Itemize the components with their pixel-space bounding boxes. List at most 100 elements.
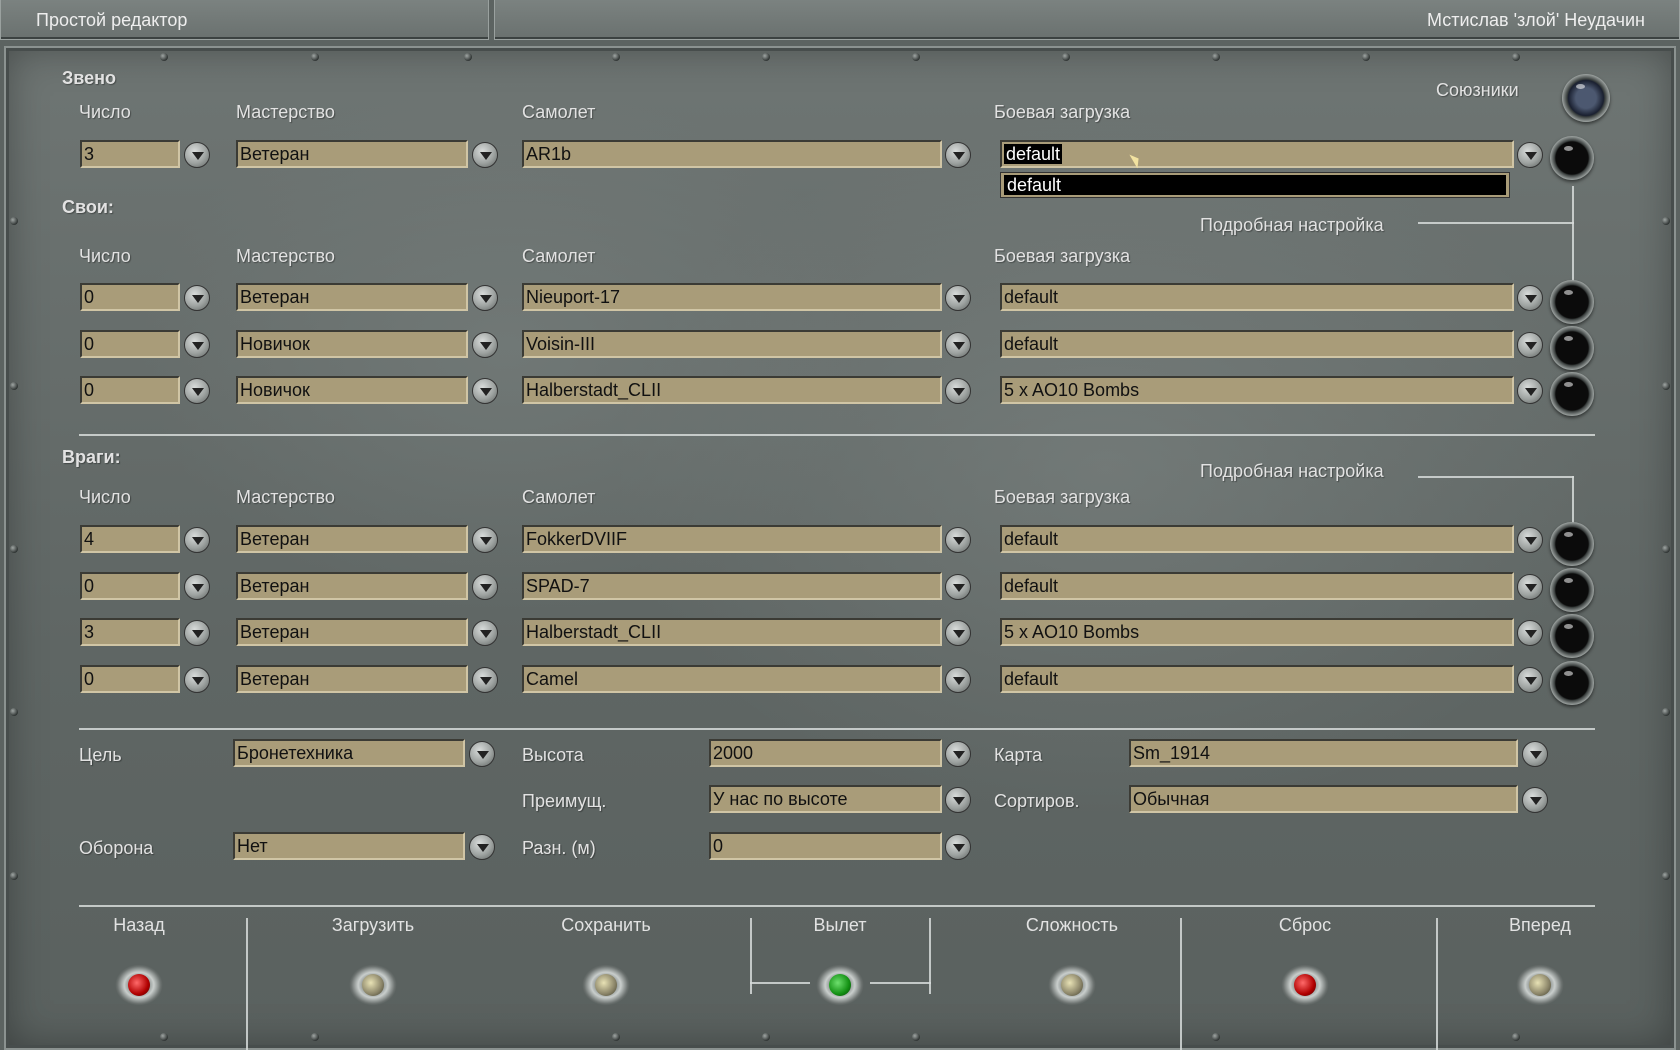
load-button[interactable] <box>338 955 408 1015</box>
altitude-field[interactable]: 2000 <box>709 739 942 767</box>
chevron-down-icon[interactable] <box>472 332 498 358</box>
flight-plane-field[interactable]: AR1b <box>522 140 942 168</box>
chevron-down-icon[interactable] <box>1517 142 1543 168</box>
reset-button[interactable] <box>1270 955 1340 1015</box>
chevron-down-icon[interactable] <box>184 574 210 600</box>
fly-button[interactable] <box>805 955 875 1015</box>
enemy-plane-field[interactable]: FokkerDVIIF <box>522 525 942 553</box>
own-loadout-field[interactable]: default <box>1000 283 1514 311</box>
chevron-down-icon[interactable] <box>945 787 971 813</box>
sort-label: Сортиров. <box>994 791 1080 811</box>
sort-field[interactable]: Обычная <box>1129 785 1518 813</box>
enemy-skill-field[interactable]: Ветеран <box>236 665 468 693</box>
enemy-count-field[interactable]: 0 <box>80 572 180 600</box>
enemy-count-field[interactable]: 3 <box>80 618 180 646</box>
enemy-loadout-field[interactable]: default <box>1000 665 1514 693</box>
chevron-down-icon[interactable] <box>184 378 210 404</box>
enemy-skill-field[interactable]: Ветеран <box>236 572 468 600</box>
own-plane-field[interactable]: Halberstadt_CLII <box>522 376 942 404</box>
own-detail-knob[interactable] <box>1550 326 1594 370</box>
enemy-loadout-field[interactable]: default <box>1000 572 1514 600</box>
own-skill-field[interactable]: Новичок <box>236 376 468 404</box>
chevron-down-icon[interactable] <box>945 834 971 860</box>
enemy-plane-field[interactable]: Halberstadt_CLII <box>522 618 942 646</box>
chevron-down-icon[interactable] <box>945 332 971 358</box>
enemy-plane-field[interactable]: SPAD-7 <box>522 572 942 600</box>
flight-count-field[interactable]: 3 <box>80 140 180 168</box>
dropdown-option[interactable]: default <box>1004 175 1506 195</box>
chevron-down-icon[interactable] <box>184 142 210 168</box>
chevron-down-icon[interactable] <box>184 285 210 311</box>
own-plane-field[interactable]: Voisin-III <box>522 330 942 358</box>
flight-skill-field[interactable]: Ветеран <box>236 140 468 168</box>
chevron-down-icon[interactable] <box>1517 574 1543 600</box>
enemy-count-field[interactable]: 4 <box>80 525 180 553</box>
own-plane-field[interactable]: Nieuport-17 <box>522 283 942 311</box>
back-button[interactable] <box>104 955 174 1015</box>
chevron-down-icon[interactable] <box>184 667 210 693</box>
chevron-down-icon[interactable] <box>1517 378 1543 404</box>
own-count-field[interactable]: 0 <box>80 283 180 311</box>
own-loadout-field[interactable]: 5 x AO10 Bombs <box>1000 376 1514 404</box>
loadout-dropdown-list[interactable]: default <box>1000 172 1510 198</box>
chevron-down-icon[interactable] <box>472 378 498 404</box>
chevron-down-icon[interactable] <box>945 527 971 553</box>
enemy-count-field[interactable]: 0 <box>80 665 180 693</box>
chevron-down-icon[interactable] <box>472 574 498 600</box>
chevron-down-icon[interactable] <box>472 142 498 168</box>
chevron-down-icon[interactable] <box>472 285 498 311</box>
chevron-down-icon[interactable] <box>472 667 498 693</box>
enemy-loadout-field[interactable]: 5 x AO10 Bombs <box>1000 618 1514 646</box>
chevron-down-icon[interactable] <box>1522 787 1548 813</box>
enemy-detail-knob[interactable] <box>1550 614 1594 658</box>
own-detail-knob[interactable] <box>1550 372 1594 416</box>
chevron-down-icon[interactable] <box>1522 741 1548 767</box>
chevron-down-icon[interactable] <box>184 332 210 358</box>
allies-knob[interactable] <box>1562 74 1610 122</box>
defense-field[interactable]: Нет <box>233 832 465 860</box>
own-detail-knob[interactable] <box>1550 280 1594 324</box>
chevron-down-icon[interactable] <box>945 620 971 646</box>
chevron-down-icon[interactable] <box>472 620 498 646</box>
skill-header: Мастерство <box>236 487 335 507</box>
difficulty-button[interactable] <box>1037 955 1107 1015</box>
advantage-field[interactable]: У нас по высоте <box>709 785 942 813</box>
own-skill-field[interactable]: Ветеран <box>236 283 468 311</box>
enemy-skill-field[interactable]: Ветеран <box>236 525 468 553</box>
chevron-down-icon[interactable] <box>945 285 971 311</box>
target-field[interactable]: Бронетехника <box>233 739 465 767</box>
enemy-detail-knob[interactable] <box>1550 522 1594 566</box>
enemy-detail-knob[interactable] <box>1550 661 1594 705</box>
enemy-skill-field[interactable]: Ветеран <box>236 618 468 646</box>
forward-button[interactable] <box>1505 955 1575 1015</box>
own-count-field[interactable]: 0 <box>80 376 180 404</box>
diff-field[interactable]: 0 <box>709 832 942 860</box>
map-field[interactable]: Sm_1914 <box>1129 739 1518 767</box>
own-count-field[interactable]: 0 <box>80 330 180 358</box>
chevron-down-icon[interactable] <box>1517 667 1543 693</box>
chevron-down-icon[interactable] <box>469 834 495 860</box>
chevron-down-icon[interactable] <box>472 527 498 553</box>
enemy-loadout-field[interactable]: default <box>1000 525 1514 553</box>
chevron-down-icon[interactable] <box>184 527 210 553</box>
rivet <box>160 53 168 61</box>
save-button[interactable] <box>571 955 641 1015</box>
chevron-down-icon[interactable] <box>1517 332 1543 358</box>
enemy-detail-knob[interactable] <box>1550 568 1594 612</box>
chevron-down-icon[interactable] <box>469 741 495 767</box>
chevron-down-icon[interactable] <box>945 378 971 404</box>
chevron-down-icon[interactable] <box>1517 285 1543 311</box>
own-skill-field[interactable]: Новичок <box>236 330 468 358</box>
chevron-down-icon[interactable] <box>945 142 971 168</box>
chevron-down-icon[interactable] <box>1517 620 1543 646</box>
own-loadout-field[interactable]: default <box>1000 330 1514 358</box>
chevron-down-icon[interactable] <box>184 620 210 646</box>
chevron-down-icon[interactable] <box>945 574 971 600</box>
yellow-lamp-icon <box>595 974 617 996</box>
enemy-plane-field[interactable]: Camel <box>522 665 942 693</box>
chevron-down-icon[interactable] <box>1517 527 1543 553</box>
chevron-down-icon[interactable] <box>945 741 971 767</box>
flight-loadout-field[interactable]: default <box>1000 140 1514 168</box>
chevron-down-icon[interactable] <box>945 667 971 693</box>
flight-detail-knob[interactable] <box>1550 136 1594 180</box>
